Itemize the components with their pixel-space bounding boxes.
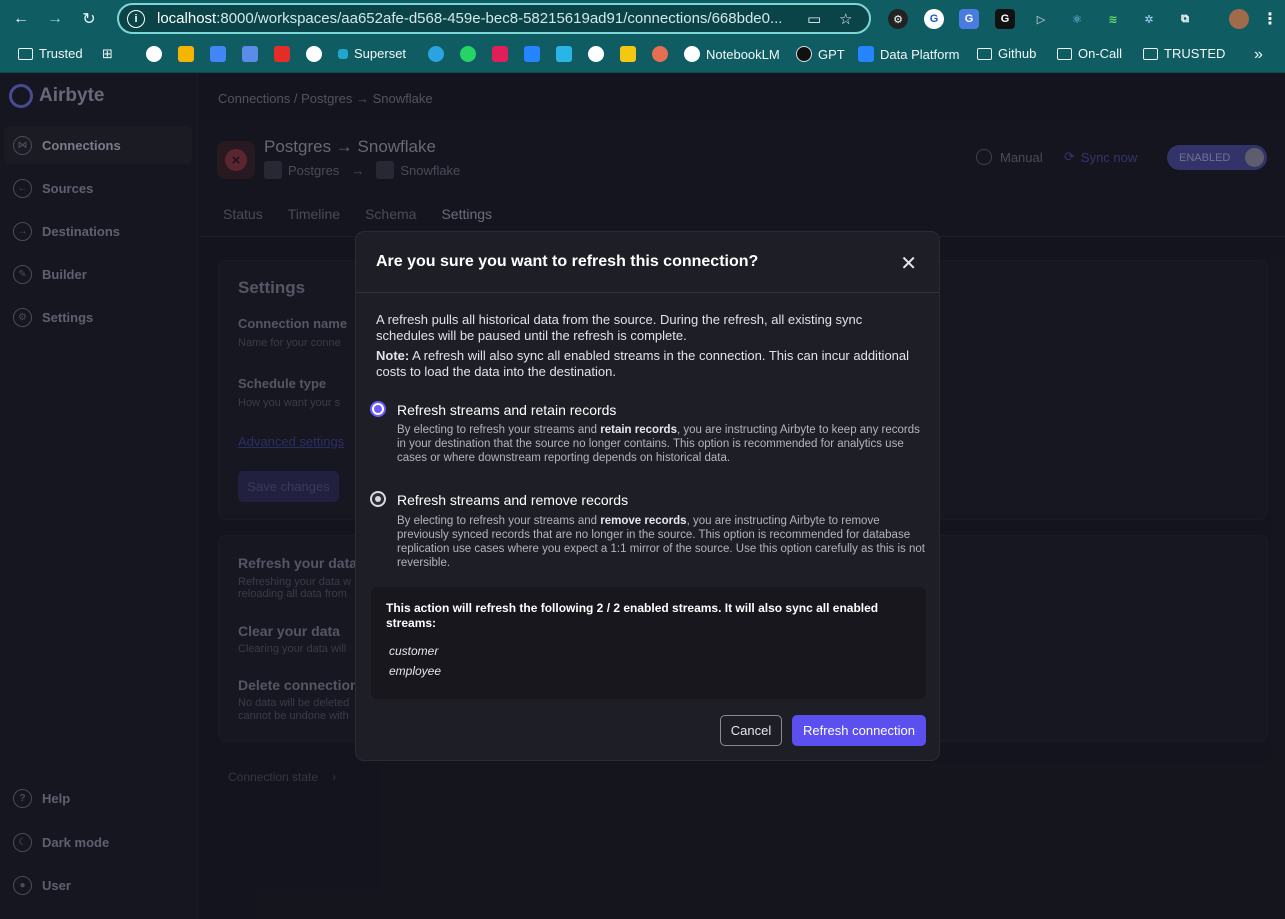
site-info-icon[interactable]: i — [127, 9, 145, 28]
remove-records-label[interactable]: Refresh streams and remove records — [397, 492, 628, 508]
modal-header: Are you sure you want to refresh this co… — [356, 232, 939, 293]
url-text[interactable]: localhost:8000/workspaces/aa652afe-d568-… — [157, 10, 797, 27]
back-icon[interactable]: ← — [8, 6, 34, 32]
folder-icon — [977, 47, 992, 60]
slack-icon[interactable] — [492, 46, 508, 62]
refresh-confirmation-modal: Are you sure you want to refresh this co… — [355, 231, 940, 761]
retain-records-radio[interactable] — [370, 401, 386, 417]
extension-icon[interactable]: ⚙ — [888, 9, 908, 29]
extension-icon[interactable]: ≋ — [1103, 9, 1123, 29]
puzzle-icon[interactable]: ⧉ — [1175, 9, 1195, 29]
address-bar[interactable]: i localhost:8000/workspaces/aa652afe-d56… — [117, 3, 871, 34]
apps-icon[interactable]: ⊞ — [102, 46, 113, 62]
globe-icon[interactable] — [306, 46, 322, 62]
telegram-icon[interactable] — [428, 46, 444, 62]
folder-icon — [1143, 47, 1158, 60]
retain-records-label[interactable]: Refresh streams and retain records — [397, 402, 616, 418]
whatsapp-icon[interactable] — [460, 46, 476, 62]
more-bookmarks-icon[interactable]: » — [1254, 46, 1263, 64]
stream-item: customer — [389, 644, 439, 658]
retain-records-description: By electing to refresh your streams and … — [397, 424, 920, 464]
refresh-connection-button[interactable]: Refresh connection — [792, 715, 926, 746]
bookmark-superset[interactable]: Superset — [338, 46, 406, 61]
reload-icon[interactable]: ↻ — [76, 6, 102, 32]
google-icon[interactable] — [146, 46, 162, 62]
youtube-icon[interactable] — [274, 46, 290, 62]
jira-icon[interactable] — [524, 46, 540, 62]
bookmark-trusted-folder[interactable]: TRUSTED — [1143, 46, 1225, 61]
bookmark-star-icon[interactable]: ☆ — [839, 10, 852, 28]
bookmark-gpt[interactable]: GPT — [796, 46, 845, 62]
extension-icon[interactable]: G — [924, 9, 944, 29]
github-icon[interactable] — [588, 46, 604, 62]
folder-icon — [1057, 47, 1072, 60]
play-icon[interactable]: ▷ — [1031, 9, 1051, 29]
metabase-icon[interactable] — [620, 46, 636, 62]
bookmark-on-call[interactable]: On-Call — [1057, 46, 1122, 61]
profile-avatar[interactable] — [1229, 9, 1249, 29]
extension-icon[interactable]: G — [995, 9, 1015, 29]
menu-kebab-icon[interactable]: ⋮ — [1260, 9, 1280, 29]
close-icon[interactable]: ✕ — [900, 251, 917, 276]
react-icon[interactable]: ⚛ — [1067, 9, 1087, 29]
bookmark-notebooklm[interactable]: NotebookLM — [684, 46, 780, 62]
folder-icon — [18, 47, 33, 60]
streams-heading: This action will refresh the following 2… — [386, 601, 879, 630]
cast-icon[interactable]: ▭ — [807, 10, 821, 28]
extension-icon[interactable]: ✲ — [1139, 9, 1159, 29]
bookmark-trusted[interactable]: Trusted — [18, 46, 83, 61]
cancel-button[interactable]: Cancel — [720, 715, 782, 746]
modal-note: Note: A refresh will also sync all enabl… — [376, 348, 910, 379]
translate-icon[interactable]: G — [959, 9, 979, 29]
bookmark-github[interactable]: Github — [977, 46, 1036, 61]
translate-bm-icon[interactable] — [242, 46, 258, 62]
bookmark-data-platform[interactable]: Data Platform — [858, 46, 959, 62]
modal-intro: A refresh pulls all historical data from… — [376, 312, 863, 343]
modal-title: Are you sure you want to refresh this co… — [376, 253, 759, 270]
bookmarks-bar: Trusted ⊞ Superset NotebookLM GPT Data P… — [0, 38, 1285, 73]
drive-icon[interactable] — [178, 46, 194, 62]
snowflake-icon[interactable] — [556, 46, 572, 62]
stream-item: employee — [389, 664, 442, 678]
streams-summary: This action will refresh the following 2… — [371, 587, 926, 699]
forward-icon[interactable]: → — [42, 6, 68, 32]
extension-bm-icon[interactable] — [652, 46, 668, 62]
calendar-icon[interactable] — [210, 46, 226, 62]
remove-records-description: By electing to refresh your streams and … — [397, 515, 925, 569]
remove-records-radio[interactable] — [370, 491, 386, 507]
